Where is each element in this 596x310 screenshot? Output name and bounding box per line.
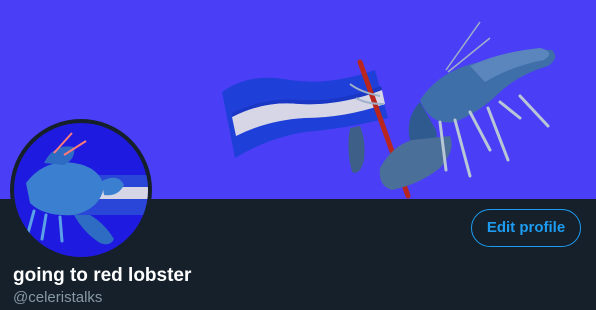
profile-avatar[interactable] (10, 119, 152, 261)
profile-display-name: going to red lobster (13, 265, 192, 286)
avatar-image (14, 123, 148, 257)
edit-profile-button[interactable]: Edit profile (471, 209, 581, 247)
profile-handle: @celeristalks (13, 289, 103, 306)
